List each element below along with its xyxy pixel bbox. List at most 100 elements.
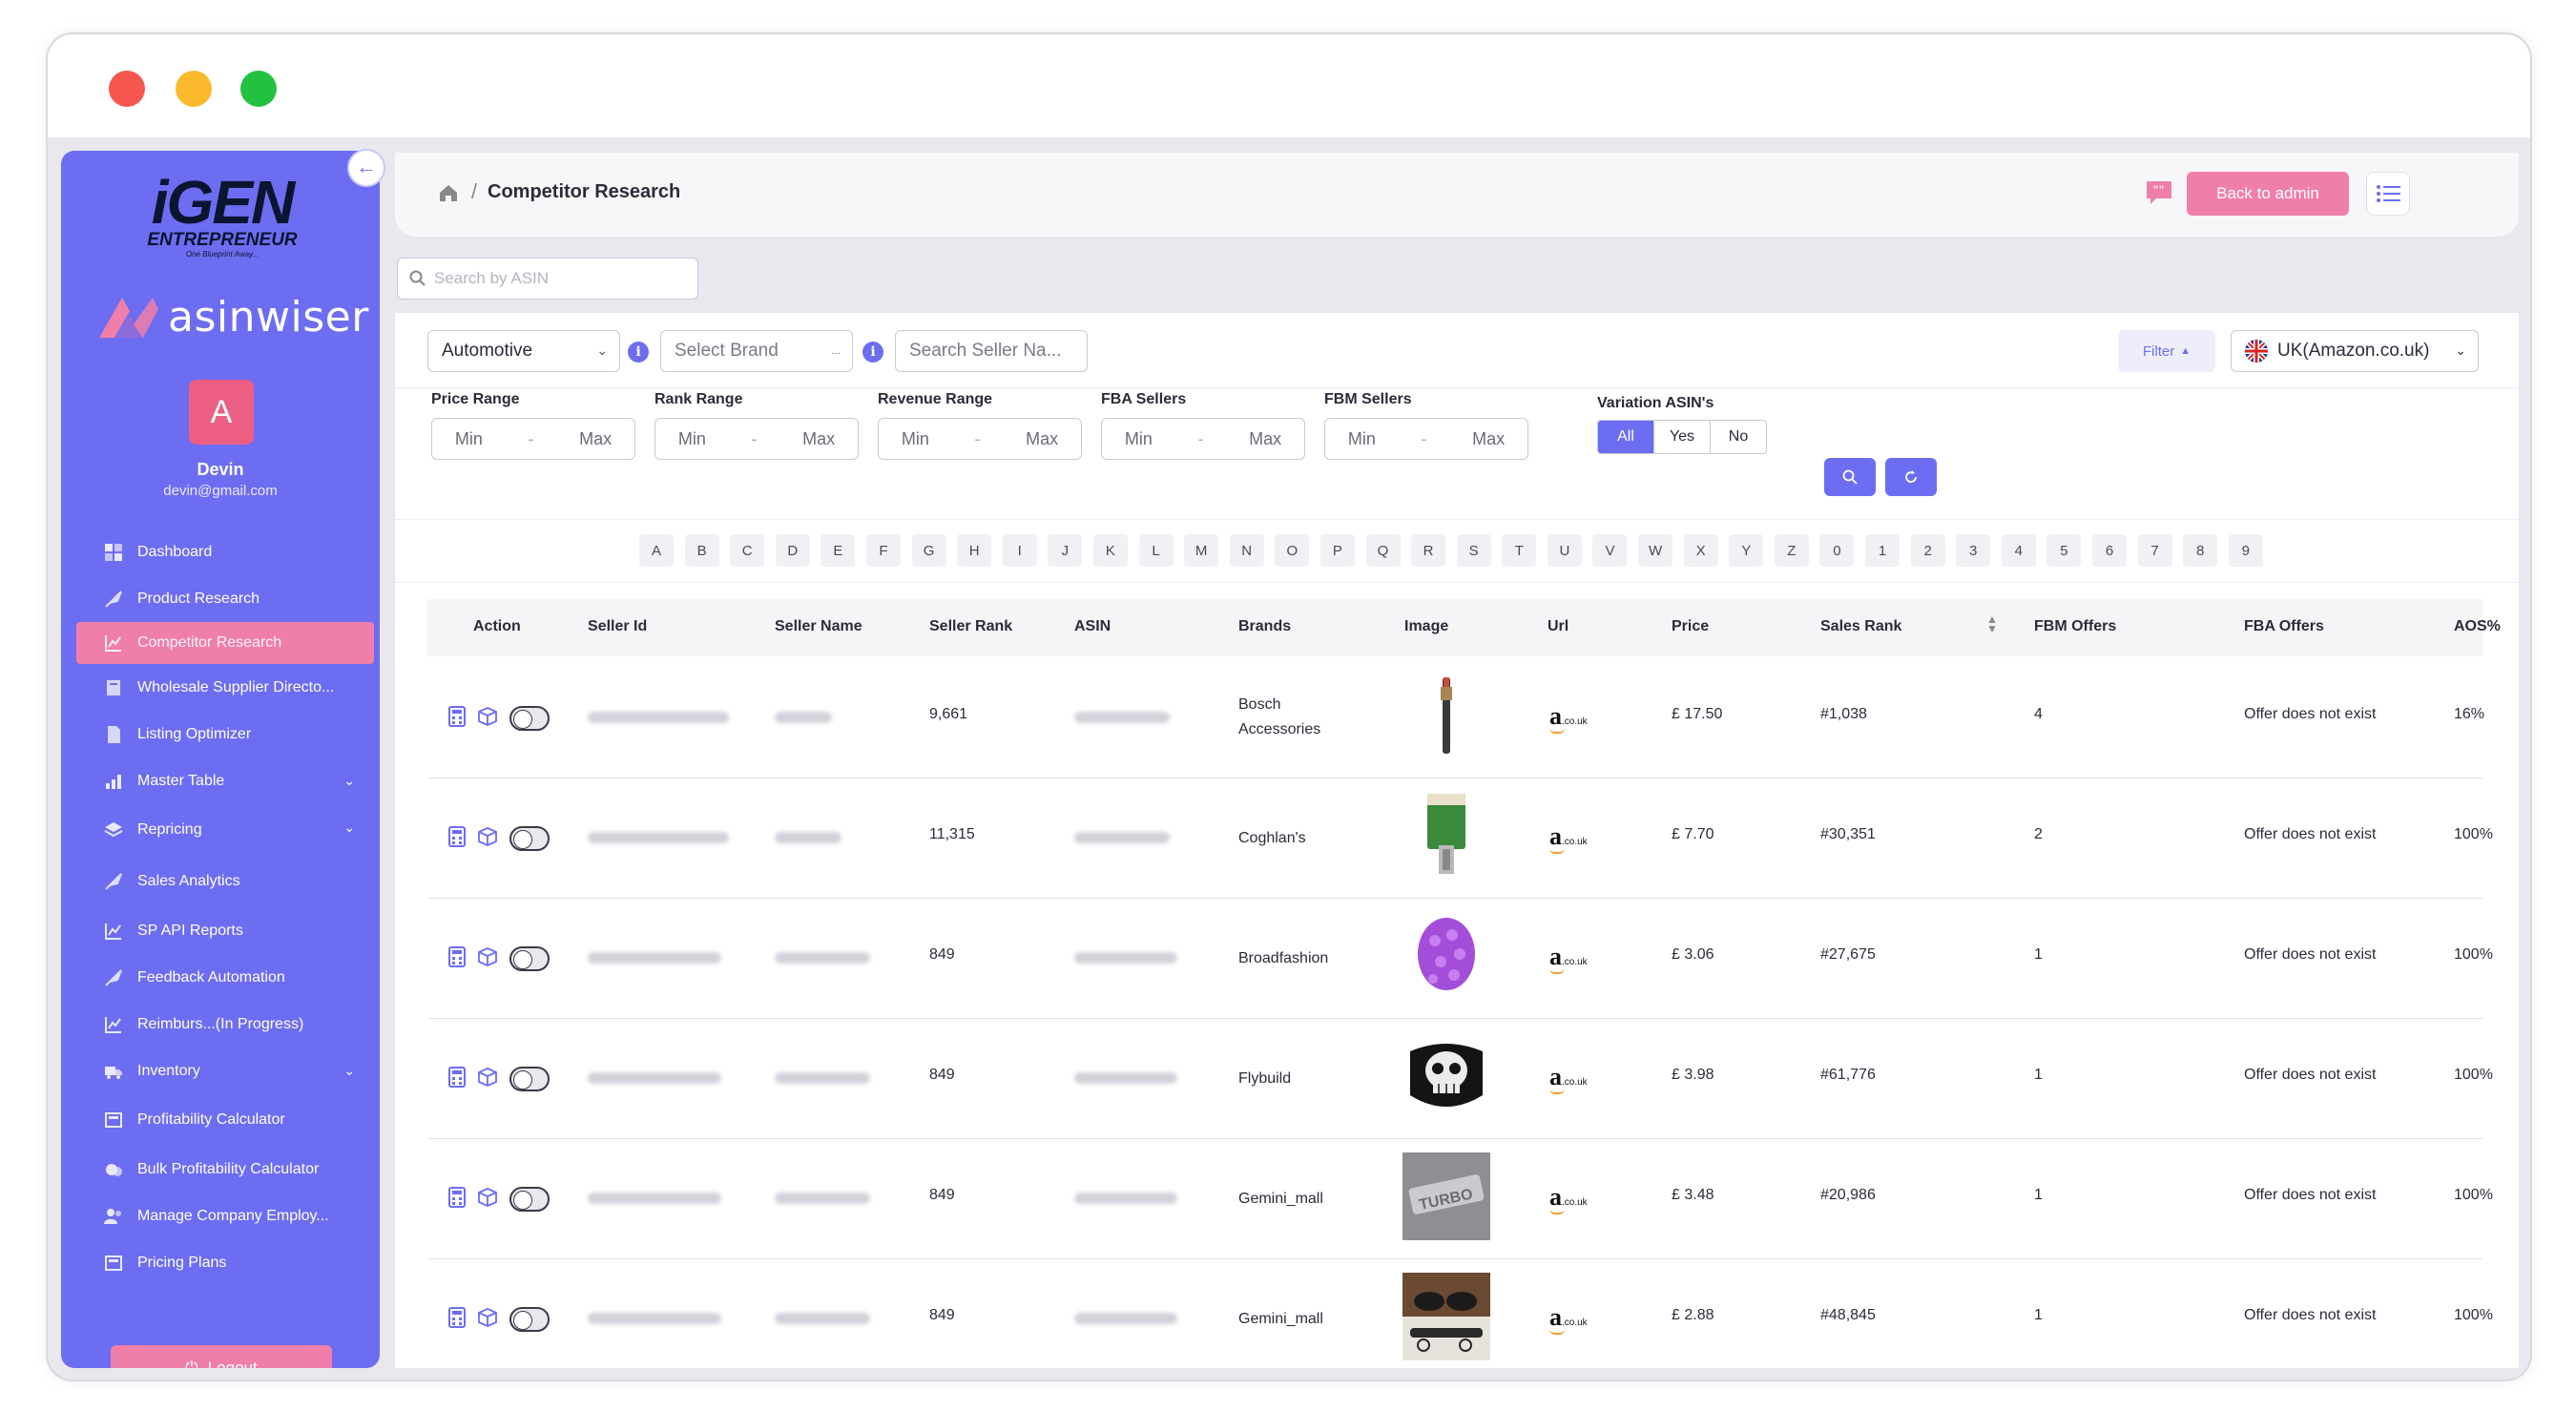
seller-search-input[interactable]: Search Seller Na... <box>895 330 1088 372</box>
table-row[interactable]: 849 Gemini_mall a.co.uk £ 2.88 #48,845 1… <box>427 1259 2493 1380</box>
amazon-link[interactable]: a.co.uk <box>1549 1183 1588 1214</box>
alphabet-chip[interactable]: I <box>1002 534 1037 567</box>
sidebar-item-sp-api-reports[interactable]: SP API Reports <box>61 907 380 954</box>
alphabet-chip[interactable]: 2 <box>1910 534 1945 567</box>
alphabet-chip[interactable]: M <box>1184 534 1219 567</box>
home-icon[interactable] <box>437 181 460 204</box>
alphabet-chip[interactable]: B <box>684 534 719 567</box>
alphabet-chip[interactable]: H <box>957 534 992 567</box>
row-toggle[interactable] <box>509 1307 550 1332</box>
asin-redacted[interactable] <box>1074 1193 1177 1204</box>
product-image[interactable]: TURBO <box>1402 1152 1490 1240</box>
range-max[interactable]: Max <box>802 429 835 449</box>
table-row[interactable]: 849 Gemini_mall TURBO a.co.uk £ 3.48 #20… <box>427 1139 2493 1259</box>
sidebar-item-manage-employees[interactable]: Manage Company Employ... <box>61 1193 380 1239</box>
fba-sellers-input[interactable]: Min - Max <box>1101 418 1305 460</box>
amazon-link[interactable]: a.co.uk <box>1549 702 1588 734</box>
alphabet-chip[interactable]: K <box>1092 534 1128 567</box>
row-toggle[interactable] <box>509 706 550 731</box>
column-header-seller-name[interactable]: Seller Name <box>775 618 862 635</box>
product-image[interactable] <box>1402 1273 1490 1360</box>
sidebar-item-bulk-profitability[interactable]: Bulk Profitability Calculator <box>61 1146 380 1193</box>
fbm-sellers-input[interactable]: Min - Max <box>1324 418 1528 460</box>
alphabet-chip[interactable]: Z <box>1774 534 1809 567</box>
filter-button[interactable]: Filter ▲ <box>2118 330 2215 372</box>
alphabet-chip[interactable]: 0 <box>1819 534 1855 567</box>
range-max[interactable]: Max <box>579 429 612 449</box>
logout-button[interactable]: ⏻ Logout <box>111 1345 332 1368</box>
alphabet-chip[interactable]: 3 <box>1956 534 1991 567</box>
column-header-fbm-offers[interactable]: FBM Offers <box>2034 618 2116 635</box>
sidebar-item-dashboard[interactable]: Dashboard <box>61 529 380 575</box>
column-header-sales-rank[interactable]: Sales Rank <box>1820 618 1901 635</box>
alphabet-chip[interactable]: 4 <box>2001 534 2036 567</box>
search-asin-input[interactable]: Search by ASIN <box>397 258 698 300</box>
range-max[interactable]: Max <box>1249 429 1281 449</box>
alphabet-chip[interactable]: S <box>1456 534 1491 567</box>
sidebar-collapse-button[interactable]: ← <box>347 149 385 187</box>
search-button[interactable] <box>1824 458 1876 496</box>
alphabet-chip[interactable]: W <box>1638 534 1673 567</box>
alphabet-chip[interactable]: 6 <box>2092 534 2127 567</box>
package-icon[interactable] <box>477 1187 498 1208</box>
product-image[interactable] <box>1402 912 1490 1000</box>
package-icon[interactable] <box>477 1307 498 1328</box>
column-header-asin[interactable]: ASIN <box>1074 618 1111 635</box>
price-range-input[interactable]: Min - Max <box>431 418 635 460</box>
range-max[interactable]: Max <box>1472 429 1505 449</box>
row-toggle[interactable] <box>509 826 550 851</box>
product-image[interactable] <box>1402 672 1490 759</box>
range-min[interactable]: Min <box>455 429 483 449</box>
column-header-aos[interactable]: AOS% <box>2454 618 2501 635</box>
column-header-seller-rank[interactable]: Seller Rank <box>929 618 1012 635</box>
alphabet-chip[interactable]: U <box>1547 534 1582 567</box>
column-header-seller-id[interactable]: Seller Id <box>588 618 647 635</box>
alphabet-chip[interactable]: E <box>821 534 856 567</box>
row-toggle[interactable] <box>509 1187 550 1212</box>
column-header-price[interactable]: Price <box>1672 618 1709 635</box>
amazon-link[interactable]: a.co.uk <box>1549 1303 1588 1335</box>
range-min[interactable]: Min <box>902 429 929 449</box>
alphabet-chip[interactable]: 9 <box>2228 534 2263 567</box>
variation-yes-option[interactable]: Yes <box>1654 421 1711 453</box>
alphabet-chip[interactable]: F <box>865 534 901 567</box>
back-to-admin-button[interactable]: Back to admin <box>2187 172 2349 216</box>
range-min[interactable]: Min <box>1348 429 1376 449</box>
variation-no-option[interactable]: No <box>1711 421 1766 453</box>
sort-icon[interactable]: ▲ ▼ <box>1986 613 1998 634</box>
alphabet-chip[interactable]: 8 <box>2183 534 2218 567</box>
info-icon[interactable]: i <box>862 342 883 363</box>
alphabet-chip[interactable]: X <box>1683 534 1718 567</box>
sidebar-item-profitability-calculator[interactable]: Profitability Calculator <box>61 1094 380 1146</box>
sidebar-item-feedback-automation[interactable]: Feedback Automation <box>61 954 380 1001</box>
asin-redacted[interactable] <box>1074 1072 1177 1084</box>
rank-range-input[interactable]: Min - Max <box>654 418 859 460</box>
avatar[interactable]: A <box>189 380 254 445</box>
package-icon[interactable] <box>477 706 498 727</box>
amazon-link[interactable]: a.co.uk <box>1549 1063 1588 1094</box>
calculator-icon[interactable] <box>448 1067 466 1088</box>
sidebar-item-reimbursement[interactable]: Reimburs...(In Progress) <box>61 1001 380 1048</box>
sidebar-item-competitor-research[interactable]: Competitor Research <box>76 622 374 664</box>
asin-redacted[interactable] <box>1074 952 1177 964</box>
alphabet-chip[interactable]: V <box>1592 534 1628 567</box>
sidebar-item-product-research[interactable]: Product Research <box>61 575 380 622</box>
alphabet-chip[interactable]: Y <box>1729 534 1764 567</box>
window-close-button[interactable] <box>109 71 145 107</box>
alphabet-chip[interactable]: G <box>911 534 946 567</box>
variation-all-option[interactable]: All <box>1598 421 1654 453</box>
package-icon[interactable] <box>477 826 498 847</box>
column-header-brands[interactable]: Brands <box>1238 618 1291 635</box>
window-minimize-button[interactable] <box>176 71 212 107</box>
calculator-icon[interactable] <box>448 826 466 847</box>
alphabet-chip[interactable]: P <box>1319 534 1355 567</box>
range-max[interactable]: Max <box>1026 429 1058 449</box>
asin-redacted[interactable] <box>1074 832 1170 843</box>
row-toggle[interactable] <box>509 1067 550 1091</box>
chat-icon[interactable]: " " <box>2145 179 2173 206</box>
amazon-link[interactable]: a.co.uk <box>1549 822 1588 854</box>
brand-select[interactable]: Select Brand … <box>660 330 853 372</box>
table-row[interactable]: 849 Broadfashion a.co.uk £ 3.06 #27,675 … <box>427 899 2493 1019</box>
alphabet-chip[interactable]: N <box>1229 534 1264 567</box>
range-min[interactable]: Min <box>678 429 706 449</box>
